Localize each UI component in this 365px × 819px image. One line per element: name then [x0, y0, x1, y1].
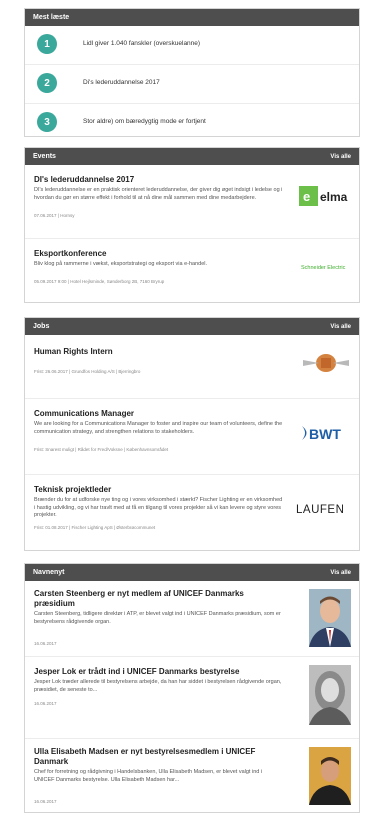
job-title[interactable]: Teknisk projektleder — [34, 485, 111, 495]
job-title[interactable]: Communications Manager — [34, 409, 134, 419]
job-meta: Frist: 26.06.2017 | Grundfos Holding A/S… — [34, 369, 141, 374]
most-read-link[interactable]: Stor aldre) om bæredygtig mode er fortje… — [83, 118, 206, 125]
appointment-item[interactable]: Carsten Steenberg er nyt medlem af UNICE… — [25, 581, 359, 657]
rank-badge: 3 — [37, 112, 57, 132]
most-read-item[interactable]: 2 Di's lederuddannelse 2017 — [25, 65, 359, 104]
job-title[interactable]: Human Rights Intern — [34, 347, 113, 357]
bwt-logo-icon: BWT — [302, 426, 341, 442]
laufen-logo-icon: LAUFEN — [296, 504, 344, 516]
rank-badge: 2 — [37, 73, 57, 93]
most-read-header: Mest læste — [25, 9, 359, 26]
appointments-see-all-link[interactable]: Vis alle — [330, 570, 351, 576]
person-photo-image — [309, 665, 351, 725]
most-read-panel: Mest læste 1 Lidl giver 1.040 fanskler (… — [24, 8, 360, 137]
schneider-logo-icon: Schneider Electric — [301, 265, 346, 271]
most-read-item[interactable]: 1 Lidl giver 1.040 fanskler (overskuelan… — [25, 26, 359, 65]
appointment-description: Carsten Steenberg, tidligere direktør i … — [34, 611, 281, 625]
appointment-description: Chef for forretning og rådgivning i Hand… — [34, 769, 263, 783]
appointments-header: Navnenyt Vis alle — [25, 564, 359, 581]
event-item[interactable]: Eksportkonference Bliv klog på rammerne … — [25, 239, 359, 303]
job-meta: Frist: 01.08.2017 | Fischer Lighting ApS… — [34, 525, 156, 530]
appointment-date: 16.06.2017 — [34, 641, 57, 646]
person-photo-image — [309, 747, 351, 805]
jobs-title: Jobs — [33, 323, 50, 330]
most-read-list: 1 Lidl giver 1.040 fanskler (overskuelan… — [25, 26, 359, 142]
svg-text:BWT: BWT — [309, 426, 341, 442]
job-item[interactable]: Human Rights Intern Frist: 26.06.2017 | … — [25, 335, 359, 399]
svg-text:LAUFEN: LAUFEN — [296, 504, 344, 516]
job-description: Brænder du for at udforske nye ting og i… — [34, 497, 283, 518]
svg-text:Schneider Electric: Schneider Electric — [301, 265, 346, 271]
job-item[interactable]: Teknisk projektleder Brænder du for at u… — [25, 475, 359, 551]
appointment-title[interactable]: Ulla Elisabeth Madsen er nyt bestyrelses… — [34, 747, 284, 767]
appointment-description: Jesper Lok træder allerede til bestyrels… — [34, 679, 282, 693]
most-read-title: Mest læste — [33, 14, 70, 21]
person-photo — [309, 665, 351, 725]
person-photo — [309, 747, 351, 805]
appointment-date: 16.06.2017 — [34, 701, 57, 706]
person-photo-image — [309, 589, 351, 647]
event-meta: 05.09.2017 9:00 | Hotel Hejlsminde, Sønd… — [34, 279, 165, 284]
events-panel: Events Vis alle DI's lederuddannelse 201… — [24, 147, 360, 303]
job-item[interactable]: Communications Manager We are looking fo… — [25, 399, 359, 475]
jobs-see-all-link[interactable]: Vis alle — [330, 324, 351, 330]
event-description: Bliv klog på rammerne i vækst, eksportst… — [34, 261, 208, 267]
bwt-logo: BWT — [299, 423, 351, 443]
event-description: DI's lederuddannelse er en praktisk orie… — [34, 187, 283, 201]
rank-badge: 1 — [37, 34, 57, 54]
appointments-panel: Navnenyt Vis alle Carsten Steenberg er n… — [24, 563, 360, 813]
appointment-item[interactable]: Ulla Elisabeth Madsen er nyt bestyrelses… — [25, 739, 359, 813]
event-title[interactable]: DI's lederuddannelse 2017 — [34, 175, 134, 185]
schneider-logo: Schneider Electric — [299, 259, 351, 273]
appointment-date: 16.06.2017 — [34, 799, 57, 804]
event-item[interactable]: DI's lederuddannelse 2017 DI's lederudda… — [25, 165, 359, 239]
appointments-title: Navnenyt — [33, 569, 65, 576]
svg-text:elma: elma — [320, 190, 348, 204]
laufen-logo: LAUFEN — [295, 499, 351, 517]
event-title[interactable]: Eksportkonference — [34, 249, 106, 259]
event-meta: 07.06.2017 | Hornsy — [34, 213, 75, 218]
most-read-link[interactable]: Lidl giver 1.040 fanskler (overskuelanne… — [83, 40, 200, 47]
elma-logo: e elma — [299, 185, 351, 207]
jobs-panel: Jobs Vis alle Human Rights Intern Frist:… — [24, 317, 360, 551]
most-read-link[interactable]: Di's lederuddannelse 2017 — [83, 79, 160, 86]
events-header: Events Vis alle — [25, 148, 359, 165]
person-photo — [309, 589, 351, 647]
events-see-all-link[interactable]: Vis alle — [330, 154, 351, 160]
appointment-title[interactable]: Jesper Lok er trådt ind i UNICEF Danmark… — [34, 667, 284, 677]
svg-text:e: e — [303, 189, 310, 204]
appointment-item[interactable]: Jesper Lok er trådt ind i UNICEF Danmark… — [25, 657, 359, 739]
company-emblem-icon — [303, 354, 349, 372]
grundfos-logo — [301, 349, 351, 377]
job-description: We are looking for a Communications Mana… — [34, 421, 283, 435]
job-meta: Frist: Snarest muligt | Rådet for Fred/V… — [34, 447, 169, 452]
elma-logo-icon: e elma — [299, 186, 348, 206]
events-title: Events — [33, 153, 56, 160]
most-read-item[interactable]: 3 Stor aldre) om bæredygtig mode er fort… — [25, 104, 359, 142]
jobs-header: Jobs Vis alle — [25, 318, 359, 335]
appointment-title[interactable]: Carsten Steenberg er nyt medlem af UNICE… — [34, 589, 284, 609]
